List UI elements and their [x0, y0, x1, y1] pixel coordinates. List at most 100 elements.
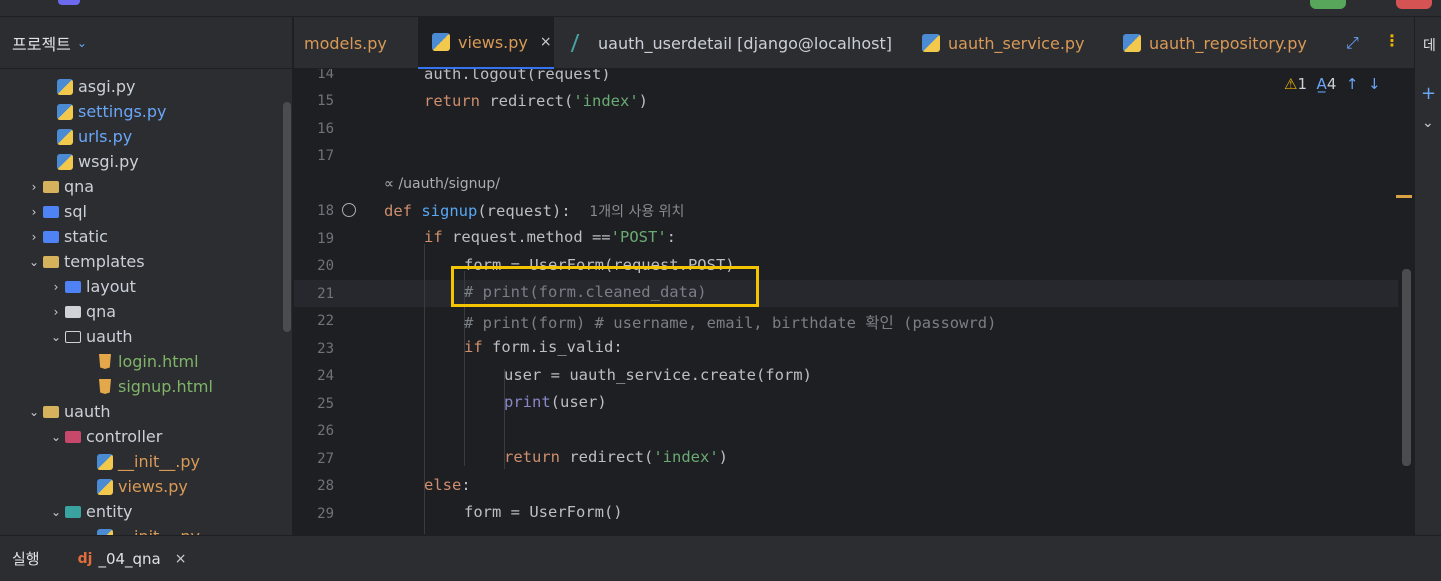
run-button[interactable] [1310, 0, 1346, 9]
run-config-tab[interactable]: _04_qna [98, 550, 160, 568]
tree-item-login-html[interactable]: login.html [96, 349, 199, 374]
database-table-icon [570, 34, 594, 52]
tab-uauth-repository[interactable]: uauth_repository.py [1123, 17, 1307, 69]
tree-item-label: asgi.py [78, 77, 136, 96]
tree-item-controller[interactable]: ⌄ controller [48, 424, 162, 449]
tree-item-qna[interactable]: › qna [26, 174, 95, 199]
chevron-right-icon[interactable]: › [26, 205, 42, 219]
line-number: 28 [317, 478, 334, 494]
tree-item-sql[interactable]: › sql [26, 199, 87, 224]
close-icon[interactable]: × [540, 34, 552, 50]
line-number: 22 [317, 313, 334, 329]
tree-item-label: entity [86, 502, 133, 521]
python-file-icon [96, 453, 114, 470]
chevron-right-icon[interactable]: › [48, 305, 64, 319]
tree-item-label: layout [86, 277, 136, 296]
folder-icon [42, 404, 60, 420]
code-text: (user) [550, 393, 607, 411]
tree-item-asgi[interactable]: asgi.py [56, 74, 135, 99]
chevron-down-icon[interactable]: ⌄ [48, 430, 64, 444]
tab-models[interactable]: models.py [304, 17, 387, 69]
keyword: if [464, 338, 483, 356]
tree-item-static[interactable]: › static [26, 224, 108, 249]
tree-item-uauth-templates[interactable]: ⌄ uauth [48, 324, 133, 349]
comment: # print(form) # username, email, birthda… [464, 314, 997, 332]
tree-item-entity[interactable]: ⌄ entity [48, 499, 132, 524]
code-text: request.method == [442, 228, 611, 246]
folder-icon [64, 504, 82, 520]
right-tool-strip: 데 + ⌄ [1414, 17, 1441, 535]
python-file-icon [56, 128, 74, 145]
line-number: 29 [317, 506, 334, 522]
chevron-right-icon[interactable]: › [26, 180, 42, 194]
add-icon[interactable]: + [1421, 83, 1436, 104]
keyword: return [424, 92, 480, 110]
code-line-29: form = UserForm() [464, 503, 623, 530]
tree-item-templates[interactable]: ⌄ templates [26, 249, 145, 274]
line-number: 24 [317, 368, 334, 384]
tab-uauth-service[interactable]: uauth_service.py [922, 17, 1085, 69]
tree-item-entity-init[interactable]: __init__.py [96, 524, 200, 535]
warning-marker[interactable] [1396, 195, 1412, 198]
close-icon[interactable]: × [175, 551, 187, 567]
code-editor[interactable]: 14 15 16 17 18 19 20 21 22 23 24 25 26 2… [294, 69, 1414, 535]
arrow-down-icon[interactable]: ↓ [1368, 75, 1381, 93]
chevron-down-icon[interactable]: ⌄ [26, 405, 42, 419]
tree-item-settings[interactable]: settings.py [56, 99, 167, 124]
code-line-25: print(user) [504, 393, 607, 420]
tab-views[interactable]: views.py × [418, 17, 554, 69]
folder-icon [42, 179, 60, 195]
folder-icon [64, 304, 82, 320]
folder-icon [64, 279, 82, 295]
more-vertical-icon[interactable]: ⋮ [1384, 31, 1400, 50]
arrow-up-icon[interactable]: ↑ [1346, 75, 1359, 93]
usage-hint[interactable]: 1개의 사용 위치 [589, 204, 684, 220]
expand-icon[interactable]: ⤢ [1346, 33, 1359, 53]
project-panel-header[interactable]: 프로젝트 ⌄ [0, 17, 292, 69]
python-file-icon [922, 34, 940, 52]
code-line-24: user = uauth_service.create(form) [504, 366, 812, 393]
chevron-down-icon[interactable]: ⌄ [26, 255, 42, 269]
chevron-right-icon[interactable]: › [48, 280, 64, 294]
editor-scrollbar[interactable] [1402, 269, 1411, 466]
tree-item-qna-templates[interactable]: › qna [48, 299, 117, 324]
code-text: user = uauth_service.create(form) [504, 366, 812, 384]
right-strip-label[interactable]: 데 [1423, 35, 1436, 55]
tree-item-label: __init__.py [118, 452, 201, 471]
link-icon: ∝ [384, 176, 399, 192]
project-panel-title: 프로젝트 [12, 34, 71, 54]
project-scrollbar[interactable] [283, 102, 291, 332]
inspection-widget[interactable]: ⚠1 A̲4 ↑ ↓ [1284, 75, 1381, 93]
route-hint[interactable]: ∝ /uauth/signup/ [384, 176, 500, 192]
tree-item-wsgi[interactable]: wsgi.py [56, 149, 139, 174]
chevron-right-icon[interactable]: › [26, 230, 42, 244]
line-number: 15 [317, 93, 334, 109]
string-literal: 'index' [653, 448, 719, 466]
tab-uauth-userdetail[interactable]: uauth_userdetail [django@localhost] [570, 17, 892, 69]
tree-item-urls[interactable]: urls.py [56, 124, 132, 149]
tree-item-layout[interactable]: › layout [48, 274, 136, 299]
tree-item-label: views.py [118, 477, 188, 496]
keyword: return [504, 448, 560, 466]
python-file-icon [56, 153, 74, 170]
tree-item-views[interactable]: views.py [96, 474, 188, 499]
code-line-19: if request.method =='POST': [424, 228, 676, 255]
chevron-down-icon[interactable]: ⌄ [48, 505, 64, 519]
chevron-down-icon[interactable]: ⌄ [77, 36, 87, 50]
line-number: 18 [317, 203, 334, 219]
chevron-down-icon[interactable]: ⌄ [1422, 115, 1434, 131]
endpoint-globe-icon[interactable] [342, 203, 356, 217]
html-file-icon [96, 354, 114, 370]
line-number: 23 [317, 341, 334, 357]
tree-item-init[interactable]: __init__.py [96, 449, 200, 474]
stop-button[interactable] [1396, 0, 1432, 9]
tree-item-uauth[interactable]: ⌄ uauth [26, 399, 111, 424]
builtin-name: print [504, 393, 551, 411]
tree-item-label: qna [86, 302, 117, 321]
code-text: : [666, 228, 676, 246]
tree-item-signup-html[interactable]: signup.html [96, 374, 213, 399]
python-file-icon [56, 103, 74, 120]
code-text: redirect( [560, 448, 654, 466]
chevron-down-icon[interactable]: ⌄ [48, 330, 64, 344]
run-label[interactable]: 실행 [12, 548, 40, 569]
